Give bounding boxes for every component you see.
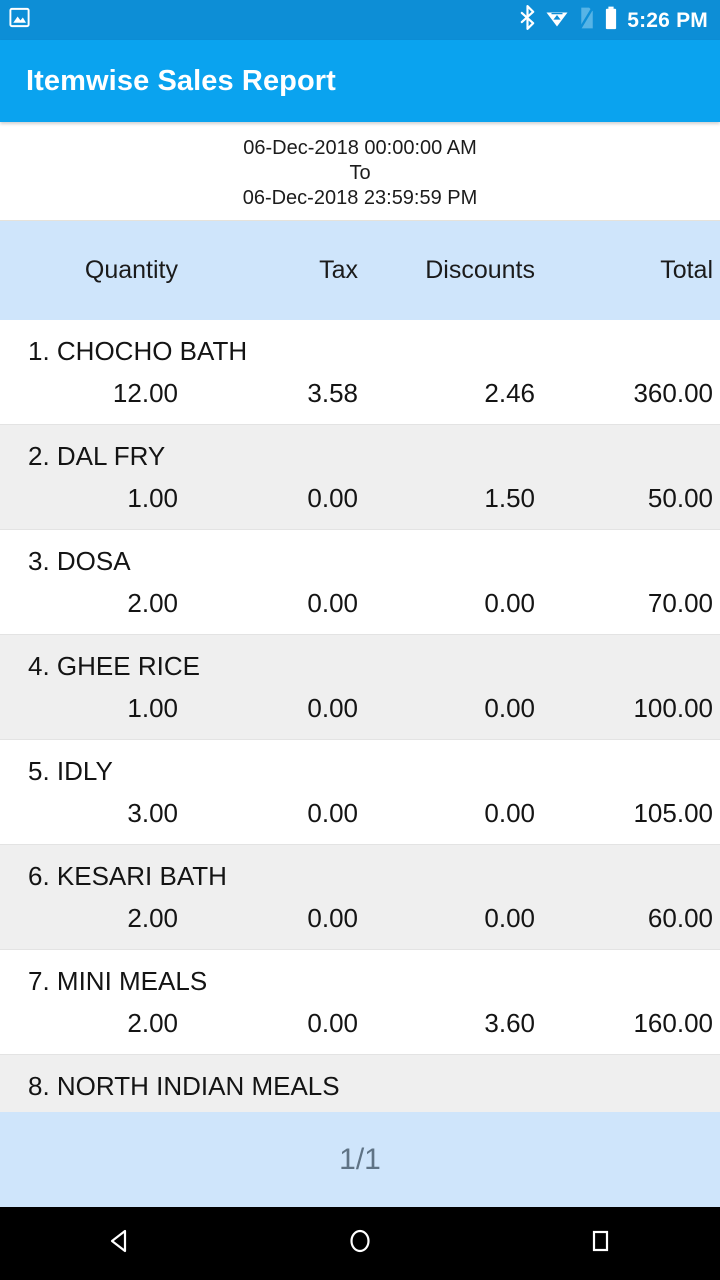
cell-tax: 0.00 xyxy=(307,798,358,828)
table-row[interactable]: 1. CHOCHO BATH 12.00 3.58 2.46 360.00 xyxy=(0,320,720,425)
row-item-name: 6. KESARI BATH xyxy=(28,861,227,891)
image-icon xyxy=(8,6,31,34)
table-row[interactable]: 5. IDLY 3.00 0.00 0.00 105.00 xyxy=(0,740,720,845)
table-row[interactable]: 2. DAL FRY 1.00 0.00 1.50 50.00 xyxy=(0,425,720,530)
cell-quantity: 3.00 xyxy=(127,798,178,828)
table-row[interactable]: 4. GHEE RICE 1.00 0.00 0.00 100.00 xyxy=(0,635,720,740)
cell-total: 105.00 xyxy=(633,798,713,828)
table-row[interactable]: 6. KESARI BATH 2.00 0.00 0.00 60.00 xyxy=(0,845,720,950)
app-screen: 5:26 PM Itemwise Sales Report 06-Dec-201… xyxy=(0,0,720,1280)
cell-total: 160.00 xyxy=(633,1008,713,1038)
column-header-total: Total xyxy=(660,256,713,284)
wifi-icon xyxy=(545,7,569,33)
column-header-tax: Tax xyxy=(319,256,358,284)
bluetooth-icon xyxy=(519,5,536,35)
column-header-quantity: Quantity xyxy=(84,256,178,284)
row-values: 1.00 0.00 0.00 100.00 xyxy=(0,683,720,739)
cell-total: 100.00 xyxy=(633,693,713,723)
cell-discounts: 0.00 xyxy=(484,588,535,618)
page-indicator: 1/1 xyxy=(339,1142,381,1176)
row-item-name: 2. DAL FRY xyxy=(28,441,166,471)
cell-discounts: 1.50 xyxy=(484,483,535,513)
back-button[interactable] xyxy=(0,1226,240,1261)
cell-tax: 0.00 xyxy=(307,903,358,933)
row-values: 2.00 0.00 0.00 60.00 xyxy=(0,893,720,949)
cell-discounts: 2.46 xyxy=(484,378,535,408)
report-row-list[interactable]: 1. CHOCHO BATH 12.00 3.58 2.46 360.00 2. DAL … xyxy=(0,320,720,1112)
column-header-discounts: Discounts xyxy=(425,256,535,284)
status-bar-system-icons: 5:26 PM xyxy=(519,5,708,35)
battery-icon xyxy=(604,6,618,35)
cell-quantity: 2.00 xyxy=(127,588,178,618)
cell-tax: 3.58 xyxy=(307,378,358,408)
cell-discounts: 3.60 xyxy=(484,1008,535,1038)
table-row[interactable]: 8. NORTH INDIAN MEALS xyxy=(0,1055,720,1112)
cell-tax: 0.00 xyxy=(307,588,358,618)
cell-tax: 0.00 xyxy=(307,693,358,723)
app-bar: Itemwise Sales Report xyxy=(0,40,720,122)
home-button[interactable] xyxy=(240,1225,480,1262)
table-row[interactable]: 3. DOSA 2.00 0.00 0.00 70.00 xyxy=(0,530,720,635)
back-icon xyxy=(105,1226,135,1261)
cell-quantity: 1.00 xyxy=(127,483,178,513)
cell-total: 60.00 xyxy=(647,903,713,933)
date-range-header: 06-Dec-2018 00:00:00 AM To 06-Dec-2018 2… xyxy=(0,122,720,220)
pagination-bar[interactable]: 1/1 xyxy=(0,1112,720,1207)
row-values: 12.00 3.58 2.46 360.00 xyxy=(0,368,720,424)
cell-quantity: 12.00 xyxy=(112,378,178,408)
sim-card-icon xyxy=(578,5,595,35)
row-values: 1.00 0.00 1.50 50.00 xyxy=(0,473,720,529)
cell-tax: 0.00 xyxy=(307,1008,358,1038)
cell-discounts: 0.00 xyxy=(484,903,535,933)
cell-quantity: 1.00 xyxy=(127,693,178,723)
recents-icon xyxy=(586,1226,614,1261)
cell-discounts: 0.00 xyxy=(484,693,535,723)
row-values: 2.00 0.00 3.60 160.00 xyxy=(0,998,720,1054)
cell-total: 50.00 xyxy=(647,483,713,513)
cell-quantity: 2.00 xyxy=(127,1008,178,1038)
row-item-name: 7. MINI MEALS xyxy=(28,966,208,996)
date-range-to: 06-Dec-2018 23:59:59 PM xyxy=(242,187,478,209)
home-icon xyxy=(345,1225,375,1262)
row-item-name: 5. IDLY xyxy=(28,756,113,786)
row-item-name: 4. GHEE RICE xyxy=(28,651,200,681)
row-item-name: 1. CHOCHO BATH xyxy=(28,336,248,366)
page-title: Itemwise Sales Report xyxy=(26,64,336,97)
cell-tax: 0.00 xyxy=(307,483,358,513)
status-bar: 5:26 PM xyxy=(0,0,720,40)
row-item-name: 3. DOSA xyxy=(28,546,131,576)
date-range-separator: To xyxy=(349,162,371,184)
status-bar-notifications xyxy=(8,6,31,34)
row-item-name: 8. NORTH INDIAN MEALS xyxy=(28,1071,340,1101)
date-range-from: 06-Dec-2018 00:00:00 AM xyxy=(243,137,477,159)
row-values: 2.00 0.00 0.00 70.00 xyxy=(0,578,720,634)
table-header-row: Quantity Tax Discounts Total xyxy=(0,220,720,320)
cell-total: 360.00 xyxy=(633,378,713,408)
cell-total: 70.00 xyxy=(647,588,713,618)
cell-discounts: 0.00 xyxy=(484,798,535,828)
row-values: 3.00 0.00 0.00 105.00 xyxy=(0,788,720,844)
recents-button[interactable] xyxy=(480,1226,720,1261)
cell-quantity: 2.00 xyxy=(127,903,178,933)
table-row[interactable]: 7. MINI MEALS 2.00 0.00 3.60 160.00 xyxy=(0,950,720,1055)
status-bar-clock: 5:26 PM xyxy=(627,8,708,32)
android-navigation-bar xyxy=(0,1207,720,1280)
